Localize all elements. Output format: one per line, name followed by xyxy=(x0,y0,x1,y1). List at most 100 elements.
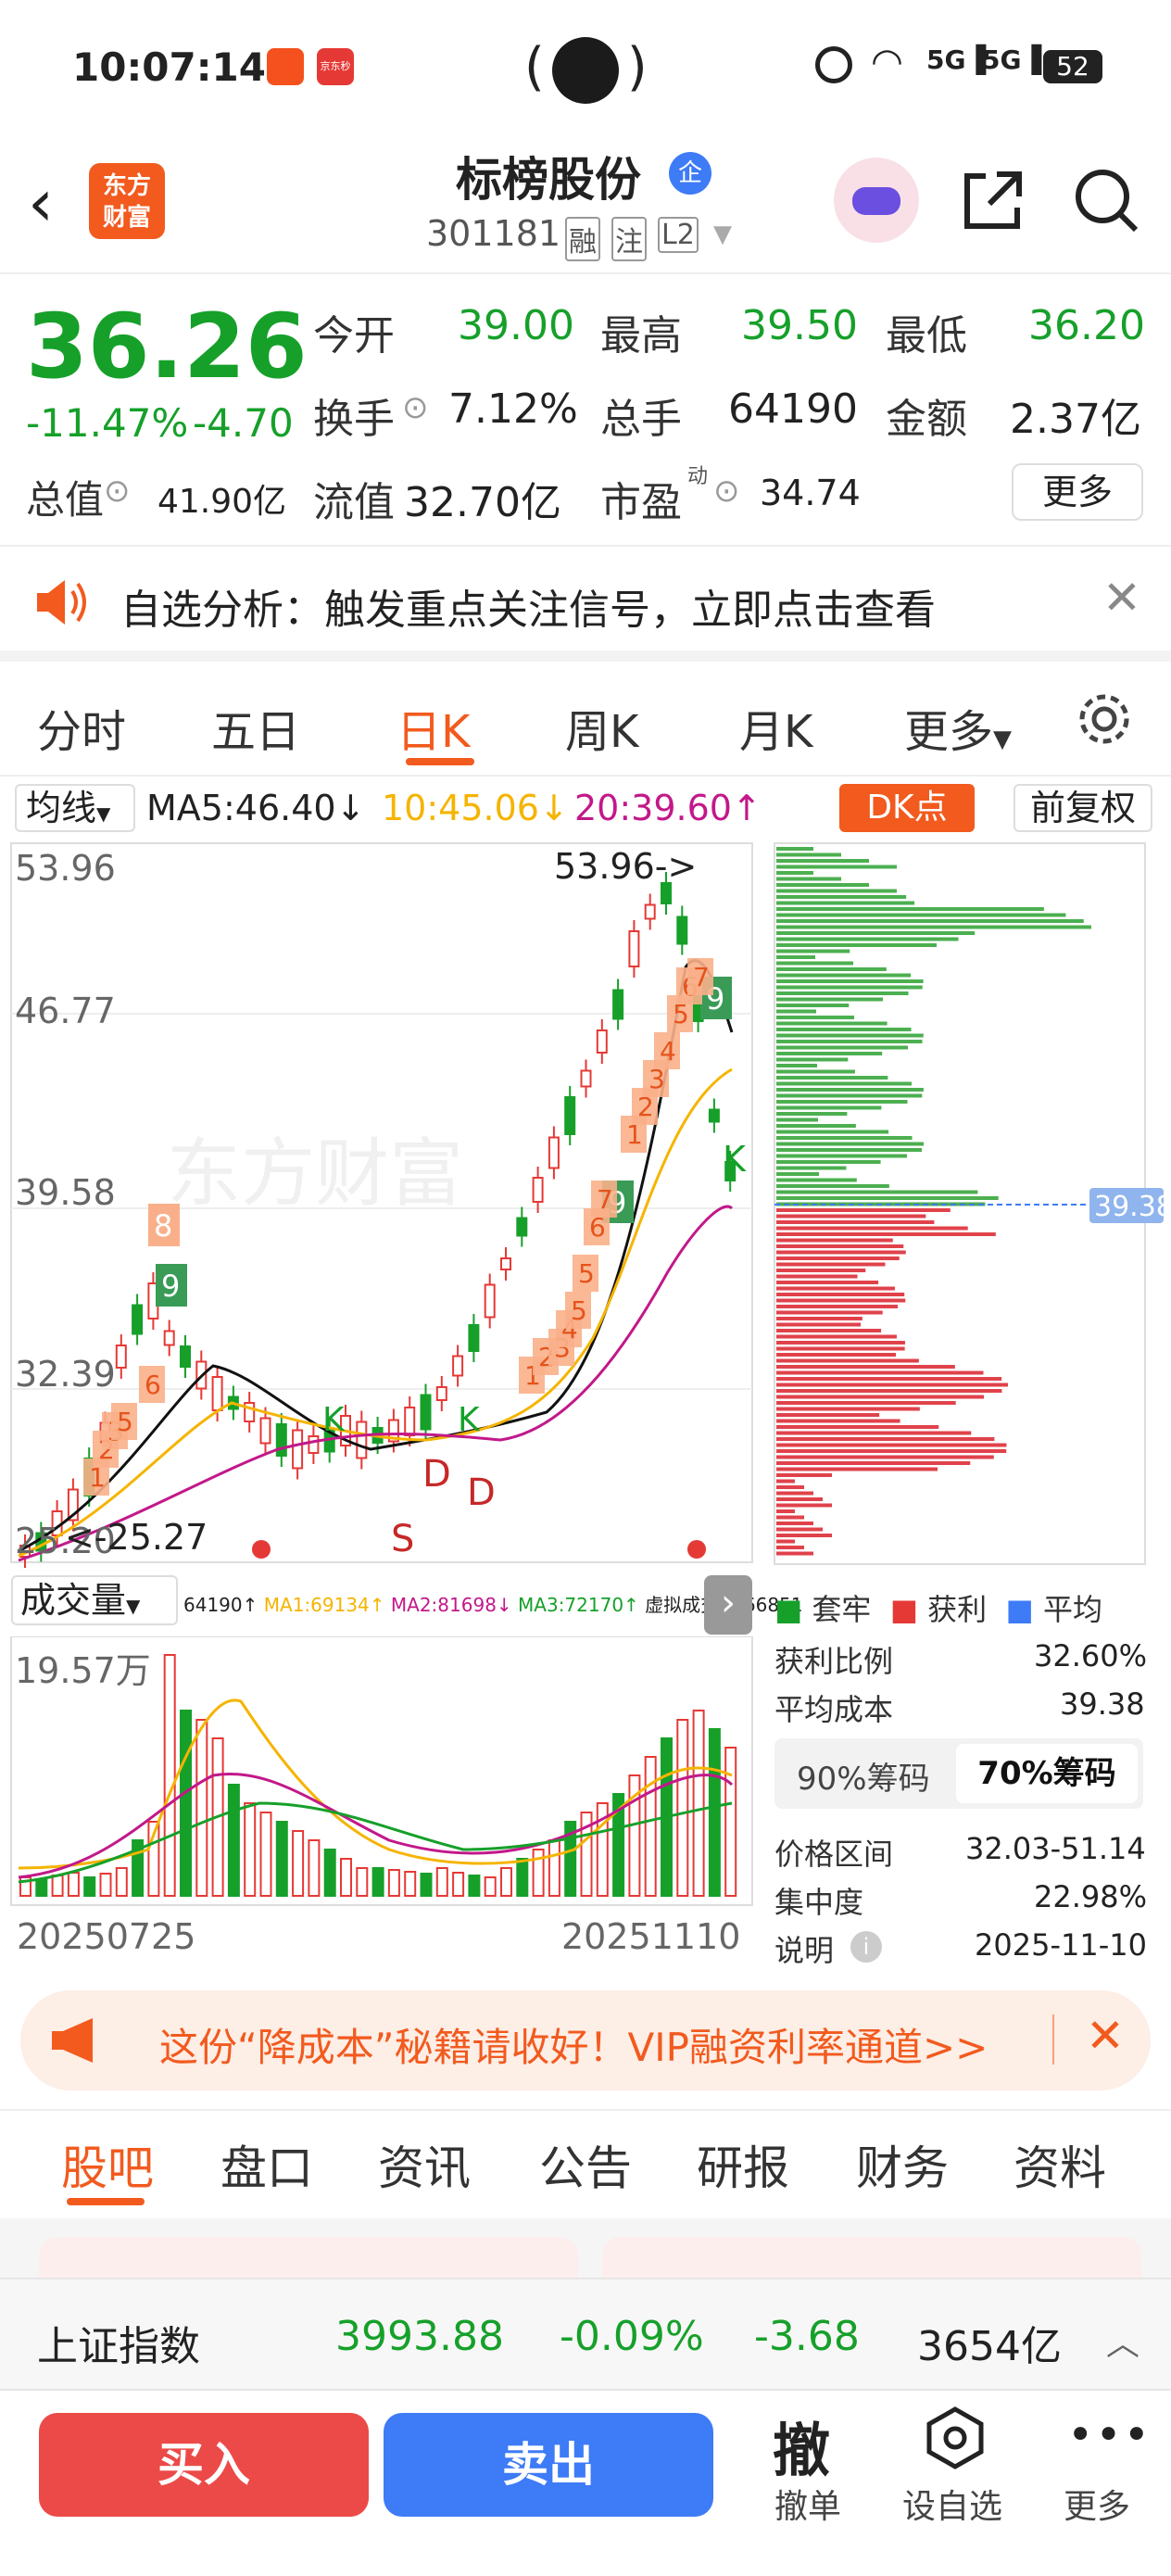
pe-label: 市盈 xyxy=(600,479,682,526)
candle xyxy=(468,1314,480,1362)
chip-bar xyxy=(776,1395,985,1399)
more-label[interactable]: 更多 xyxy=(1064,2480,1130,2528)
tab-news[interactable]: 资讯 xyxy=(378,2131,471,2198)
info-icon[interactable]: ⊙ xyxy=(104,473,131,510)
tab-more[interactable]: 更多▼ xyxy=(904,695,1012,760)
chip-bar xyxy=(776,1021,888,1026)
chip-bar xyxy=(776,1033,924,1038)
high-marker: 53.96-> xyxy=(554,846,697,887)
tab-forum[interactable]: 股吧 xyxy=(61,2131,154,2198)
tab-research[interactable]: 研报 xyxy=(697,2131,789,2198)
tab-finance[interactable]: 财务 xyxy=(856,2131,949,2198)
share-icon[interactable] xyxy=(960,167,1026,234)
speaker-icon xyxy=(37,580,86,625)
cancel-order-icon[interactable]: 撤 xyxy=(773,2404,830,2487)
y-label-1: 53.96 xyxy=(15,848,116,889)
add-watchlist-icon[interactable] xyxy=(923,2406,988,2470)
more-dots-icon[interactable]: ••• xyxy=(1067,2409,1152,2461)
promo-banner[interactable]: 这份“降成本”秘籍请收好！VIP融资利率通道>> ✕ xyxy=(20,1990,1151,2090)
volume-chart: 19.57万 xyxy=(10,1636,753,1906)
chip-bar xyxy=(776,1515,804,1520)
tab-chip-70[interactable]: 70%筹码 xyxy=(956,1744,1138,1803)
volume-bar xyxy=(468,1875,481,1897)
assistant-avatar-icon[interactable] xyxy=(834,158,919,243)
notice-bar[interactable]: 自选分析：触发重点关注信号，立即点击查看 ✕ xyxy=(0,549,1171,662)
close-icon[interactable]: ✕ xyxy=(1102,571,1141,625)
turnover-label: 换手 xyxy=(313,396,395,443)
chip-bar xyxy=(776,1160,881,1164)
battery-icon: 52 xyxy=(1043,50,1102,83)
sequence-marker: 7 xyxy=(687,958,713,995)
buy-button[interactable]: 买入 xyxy=(39,2413,369,2517)
adjust-button[interactable]: 前复权 xyxy=(1014,784,1152,832)
chip-bar xyxy=(776,913,1066,917)
stock-header: ‹ 东方 财富 标榜股份 企 301181 融 注 L2 ▼ xyxy=(0,139,1171,274)
back-icon[interactable]: ‹ xyxy=(28,170,54,235)
chip-bar xyxy=(776,991,909,995)
tab-daily-k[interactable]: 日K xyxy=(397,695,470,760)
kline-chart[interactable]: 东方财富 53.96 46.77 39.58 32.39 25.20 53.96… xyxy=(0,838,760,1570)
chip-bar xyxy=(776,1534,832,1537)
price-range-value: 32.03-51.14 xyxy=(965,1831,1146,1866)
chip-bar xyxy=(776,1305,898,1308)
volume-bar xyxy=(195,1719,208,1897)
jd-app-icon: 京东秒送 xyxy=(317,48,354,85)
info-icon-3[interactable]: ⊙ xyxy=(713,473,740,510)
info-icon-2[interactable]: ⊙ xyxy=(402,389,429,426)
tab-monthly-k[interactable]: 月K xyxy=(739,695,812,760)
tab-weekly-k[interactable]: 周K xyxy=(565,695,638,760)
promo-text: 这份“降成本”秘籍请收好！VIP融资利率通道>> xyxy=(159,2025,988,2070)
volume-bar xyxy=(51,1875,64,1897)
tab-intraday[interactable]: 分时 xyxy=(37,695,126,760)
tab-profile[interactable]: 资料 xyxy=(1014,2131,1106,2198)
high-value: 39.50 xyxy=(741,302,858,349)
info-circle-icon[interactable]: i xyxy=(850,1931,882,1963)
candle xyxy=(244,1392,256,1433)
chip-bar xyxy=(776,1105,882,1110)
close-icon-banner[interactable]: ✕ xyxy=(1086,2009,1125,2063)
candle xyxy=(516,1206,528,1247)
float-label: 流值 xyxy=(313,479,395,526)
svg-text:9: 9 xyxy=(161,1269,180,1304)
index-bar[interactable]: 上证指数 3993.88 -0.09% -3.68 3654亿 ︿ xyxy=(0,2278,1171,2391)
sell-button[interactable]: 卖出 xyxy=(384,2413,713,2517)
concentration-label: 集中度 xyxy=(774,1885,864,1920)
ma5-line xyxy=(18,959,734,1553)
index-change: -3.68 xyxy=(754,2313,860,2360)
gear-icon[interactable] xyxy=(1075,689,1134,749)
volume-bar xyxy=(308,1839,321,1897)
volume-bar xyxy=(644,1756,657,1897)
chip-bar xyxy=(776,901,915,905)
svg-text:7: 7 xyxy=(693,962,710,992)
tab-chip-90[interactable]: 90%筹码 xyxy=(797,1753,930,1799)
candle xyxy=(548,1126,560,1180)
low-label: 最低 xyxy=(886,312,967,360)
search-icon[interactable] xyxy=(1071,165,1141,235)
volume-bar xyxy=(420,1873,433,1897)
add-watchlist-label[interactable]: 设自选 xyxy=(902,2480,1002,2528)
chip-bar xyxy=(776,847,813,851)
chip-bar xyxy=(776,1389,1002,1393)
volume-bar xyxy=(532,1849,545,1897)
volume-bar xyxy=(548,1839,560,1897)
tab-five-day[interactable]: 五日 xyxy=(211,695,300,760)
tab-orderbook[interactable]: 盘口 xyxy=(220,2131,313,2198)
volume-bar xyxy=(275,1821,288,1897)
signal-k3: K xyxy=(723,1139,747,1180)
dropdown-icon[interactable]: ▼ xyxy=(713,221,732,248)
date-start: 20250725 xyxy=(17,1916,196,1957)
chevron-up-icon[interactable]: ︿ xyxy=(1106,2317,1140,2365)
volume-bar xyxy=(227,1784,240,1897)
dk-button[interactable]: DK点 xyxy=(839,784,975,832)
volume-bar xyxy=(259,1812,272,1897)
tab-announcement[interactable]: 公告 xyxy=(539,2131,632,2198)
volume-select[interactable]: 成交量▼ xyxy=(11,1575,178,1625)
expand-icon[interactable]: › xyxy=(704,1575,752,1635)
chip-bar xyxy=(776,1419,900,1423)
more-button[interactable]: 更多 xyxy=(1012,463,1143,521)
chip-bar xyxy=(776,955,816,959)
cancel-order-label[interactable]: 撤单 xyxy=(774,2480,841,2528)
ma-select[interactable]: 均线▼ xyxy=(15,784,135,832)
chip-bar xyxy=(776,1274,858,1279)
chip-bar xyxy=(776,1016,854,1019)
